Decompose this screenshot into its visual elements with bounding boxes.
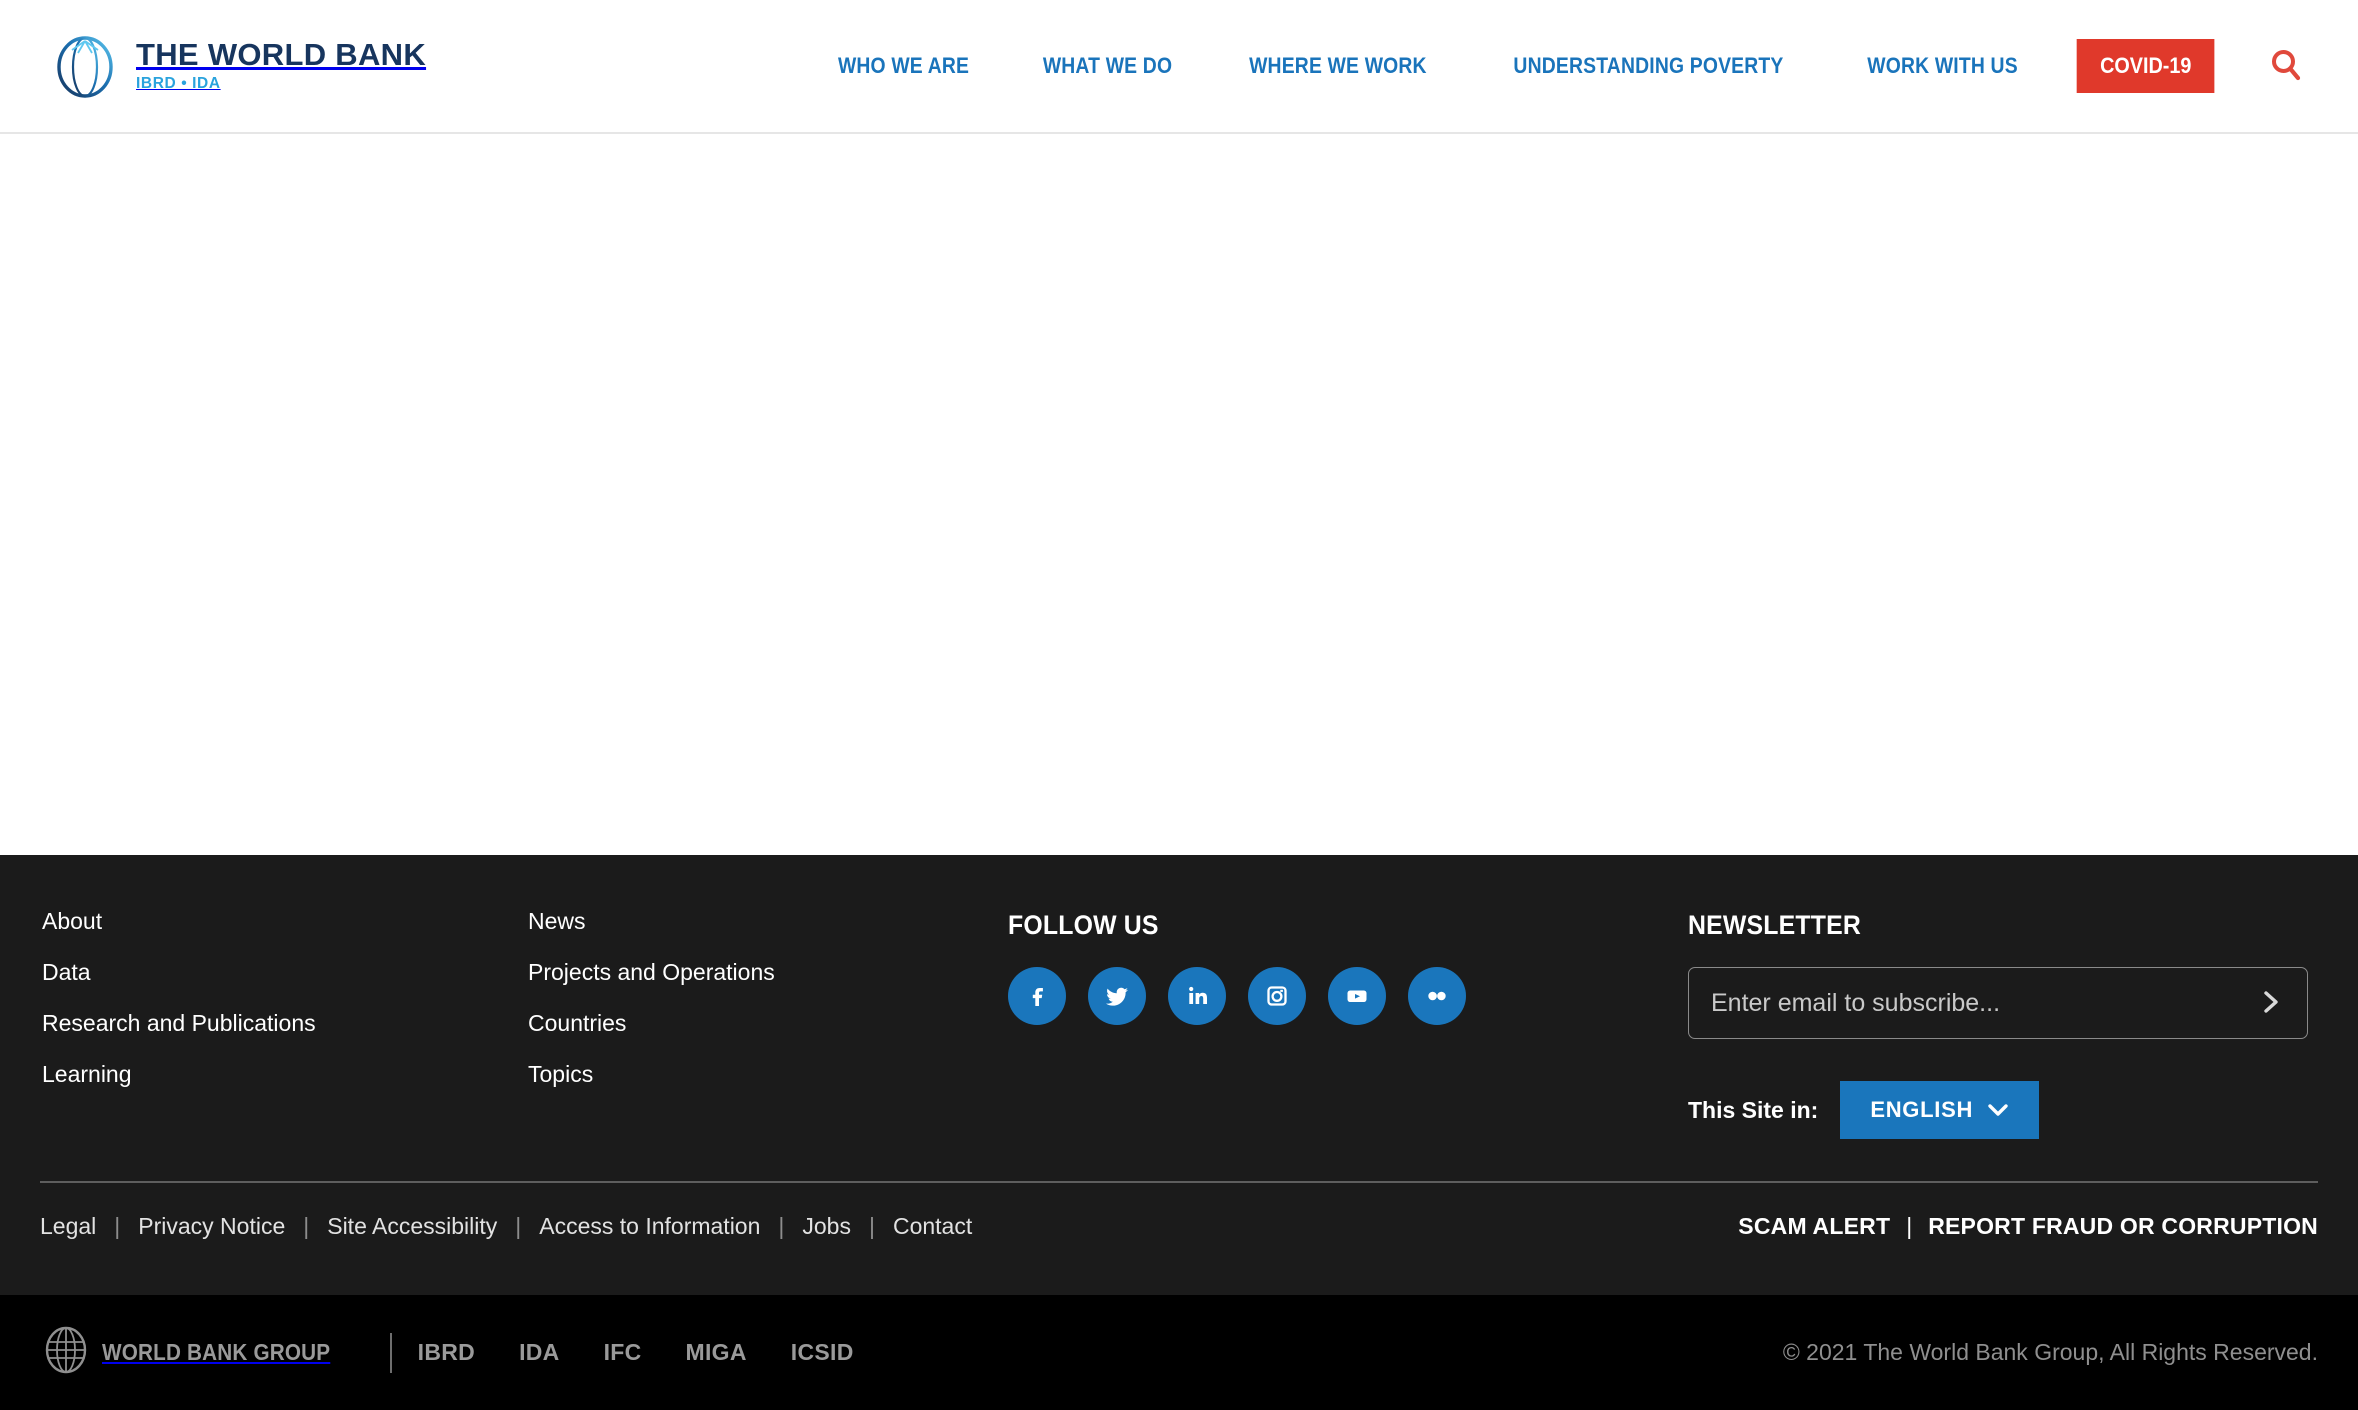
covid-19-button[interactable]: COVID-19 — [2076, 39, 2215, 93]
legal-links-row: Legal | Privacy Notice | Site Accessibil… — [40, 1183, 2318, 1240]
newsletter-input-group — [1688, 967, 2308, 1039]
footer-link-research-and-publications[interactable]: Research and Publications — [42, 1012, 316, 1035]
institutions-row: IBRD IDA IFC MIGA ICSID — [418, 1339, 854, 1366]
legal-link-site-accessibility[interactable]: Site Accessibility — [327, 1213, 497, 1240]
main-navigation: WHO WE ARE WHAT WE DO WHERE WE WORK UNDE… — [801, 0, 2358, 132]
twitter-icon — [1102, 981, 1132, 1011]
legal-link-privacy-notice[interactable]: Privacy Notice — [138, 1213, 285, 1240]
footer-links-column-1: About Data Research and Publications Lea… — [40, 910, 528, 1139]
bottom-bar: WORLD BANK GROUP IBRD IDA IFC MIGA ICSID… — [0, 1295, 2358, 1410]
world-bank-group-globe-icon — [40, 1324, 92, 1381]
legal-link-access-to-information[interactable]: Access to Information — [539, 1213, 760, 1240]
scam-alert-link[interactable]: SCAM ALERT — [1738, 1213, 1890, 1240]
legal-separator: | — [303, 1213, 310, 1239]
linkedin-icon — [1182, 981, 1212, 1011]
legal-links-group: Legal | Privacy Notice | Site Accessibil… — [40, 1213, 972, 1240]
legal-link-contact[interactable]: Contact — [893, 1213, 972, 1240]
language-dropdown-button[interactable]: ENGLISH — [1840, 1081, 2040, 1139]
youtube-icon — [1342, 981, 1372, 1011]
footer-link-countries[interactable]: Countries — [528, 1012, 626, 1035]
search-button[interactable] — [2266, 46, 2306, 86]
newsletter-section: NEWSLETTER This Site in: ENGLISH — [1688, 910, 2318, 1139]
nav-item-who-we-are[interactable]: WHO WE ARE — [813, 53, 993, 79]
language-selector-row: This Site in: ENGLISH — [1688, 1081, 2318, 1139]
main-content-area — [0, 134, 2358, 855]
footer-top-section: About Data Research and Publications Lea… — [40, 855, 2318, 1139]
legal-separator: | — [515, 1213, 522, 1239]
instagram-link[interactable] — [1248, 967, 1306, 1025]
newsletter-submit-button[interactable] — [2249, 985, 2307, 1022]
copyright-text: © 2021 The World Bank Group, All Rights … — [1782, 1339, 2318, 1365]
instagram-icon — [1262, 981, 1292, 1011]
site-logo-link[interactable]: THE WORLD BANK IBRD • IDA — [52, 33, 426, 99]
linkedin-link[interactable] — [1168, 967, 1226, 1025]
newsletter-email-input[interactable] — [1689, 988, 2249, 1018]
institution-link-icsid[interactable]: ICSID — [791, 1339, 854, 1366]
newsletter-heading: NEWSLETTER — [1688, 910, 1861, 940]
chevron-right-icon — [2259, 985, 2283, 1022]
facebook-link[interactable] — [1008, 967, 1066, 1025]
flickr-link[interactable] — [1408, 967, 1466, 1025]
legal-separator: | — [114, 1213, 121, 1239]
alert-links-group: SCAM ALERT | REPORT FRAUD OR CORRUPTION — [1738, 1213, 2318, 1240]
institution-link-ibrd[interactable]: IBRD — [418, 1339, 475, 1366]
legal-link-legal[interactable]: Legal — [40, 1213, 96, 1240]
logo-title: THE WORLD BANK — [136, 37, 427, 73]
legal-separator: | — [868, 1213, 875, 1239]
logo-subtitle: IBRD • IDA — [136, 74, 221, 92]
footer-links-column-2: News Projects and Operations Countries T… — [528, 910, 1008, 1139]
footer-link-news[interactable]: News — [528, 910, 586, 933]
nav-item-where-we-work[interactable]: WHERE WE WORK — [1224, 53, 1451, 79]
social-links-row — [1008, 967, 1688, 1025]
language-selected-value: ENGLISH — [1870, 1097, 1974, 1122]
youtube-link[interactable] — [1328, 967, 1386, 1025]
footer-link-about[interactable]: About — [42, 910, 102, 933]
facebook-icon — [1022, 981, 1052, 1011]
bottom-bar-divider — [389, 1332, 392, 1373]
search-icon — [2268, 47, 2304, 86]
language-label: This Site in: — [1688, 1096, 1819, 1123]
site-footer: About Data Research and Publications Lea… — [0, 855, 2358, 1295]
nav-item-understanding-poverty[interactable]: UNDERSTANDING POVERTY — [1488, 53, 1807, 79]
institution-link-ifc[interactable]: IFC — [604, 1339, 642, 1366]
world-bank-group-logo-link[interactable]: WORLD BANK GROUP — [40, 1324, 356, 1381]
footer-link-learning[interactable]: Learning — [42, 1063, 132, 1086]
follow-us-heading: FOLLOW US — [1008, 910, 1159, 940]
footer-link-data[interactable]: Data — [42, 961, 91, 984]
nav-item-work-with-us[interactable]: WORK WITH US — [1843, 53, 2043, 79]
legal-separator: | — [778, 1213, 785, 1239]
follow-us-section: FOLLOW US — [1008, 910, 1688, 1139]
flickr-icon — [1422, 981, 1452, 1011]
nav-item-what-we-do[interactable]: WHAT WE DO — [1018, 53, 1197, 79]
alert-separator: | — [1906, 1213, 1913, 1239]
institution-link-miga[interactable]: MIGA — [686, 1339, 747, 1366]
world-bank-globe-icon — [52, 33, 118, 99]
footer-link-projects-and-operations[interactable]: Projects and Operations — [528, 961, 775, 984]
report-fraud-link[interactable]: REPORT FRAUD OR CORRUPTION — [1928, 1213, 2318, 1240]
legal-link-jobs[interactable]: Jobs — [802, 1213, 851, 1240]
footer-link-topics[interactable]: Topics — [528, 1063, 593, 1086]
institution-link-ida[interactable]: IDA — [519, 1339, 560, 1366]
twitter-link[interactable] — [1088, 967, 1146, 1025]
chevron-down-icon — [1987, 1097, 2009, 1123]
site-header: THE WORLD BANK IBRD • IDA WHO WE ARE WHA… — [0, 0, 2358, 134]
world-bank-group-name: WORLD BANK GROUP — [102, 1339, 331, 1365]
